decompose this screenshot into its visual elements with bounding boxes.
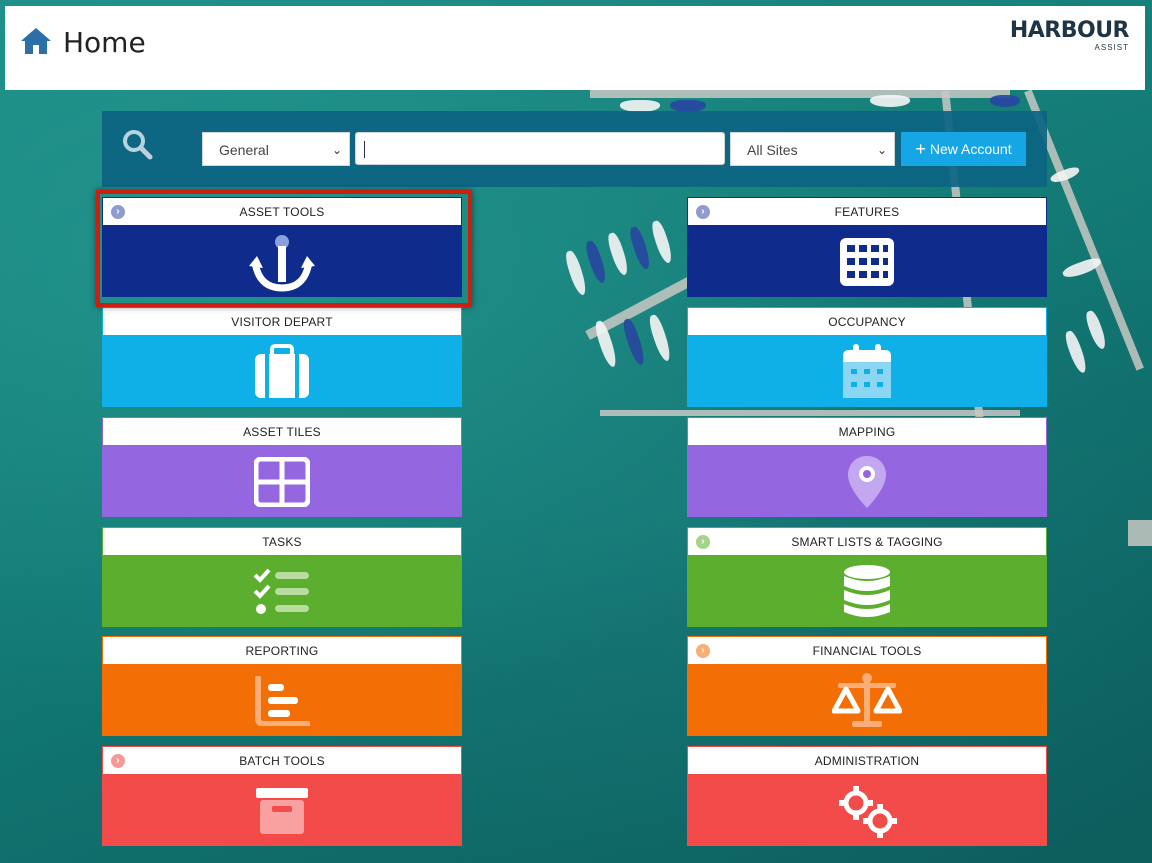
tile-reporting[interactable]: REPORTING [102,636,462,736]
tiles-icon [254,456,310,507]
tile-header: › FINANCIAL TOOLS [687,636,1047,665]
tile-body[interactable] [687,336,1047,407]
harbour-assist-logo: HARBOUR ASSIST [1009,18,1130,53]
tile-smart-lists-tagging[interactable]: › SMART LISTS & TAGGING [687,527,1047,627]
tile-mapping[interactable]: MAPPING [687,417,1047,517]
asset-tools-highlight-frame [96,190,472,307]
tile-batch-tools[interactable]: › BATCH TOOLS [102,746,462,846]
tile-asset-tiles[interactable]: ASSET TILES [102,417,462,517]
calendar-icon [843,343,891,398]
chevron-down-icon: ⌄ [876,143,887,157]
tile-header: ASSET TILES [102,417,462,446]
tile-body[interactable] [102,665,462,736]
tile-tasks[interactable]: TASKS [102,527,462,627]
tile-header: MAPPING [687,417,1047,446]
tile-body[interactable] [687,446,1047,517]
tile-body[interactable] [102,336,462,407]
tile-header: OCCUPANCY [687,307,1047,336]
home-icon[interactable] [19,26,53,56]
tile-header: TASKS [102,527,462,556]
tile-occupancy[interactable]: OCCUPANCY [687,307,1047,407]
tile-body[interactable] [102,556,462,627]
site-select[interactable]: All Sites ⌄ [730,132,895,166]
tile-header: › BATCH TOOLS [102,746,462,775]
expand-arrow-icon[interactable]: › [696,644,710,658]
expand-arrow-icon[interactable]: › [696,205,710,219]
grid-icon [840,237,894,286]
search-input[interactable] [355,132,725,165]
archive-box-icon [256,787,308,834]
tile-visitor-depart[interactable]: VISITOR DEPART [102,307,462,407]
tile-body[interactable] [687,665,1047,736]
tile-body[interactable] [687,556,1047,627]
scales-icon [832,672,902,727]
tile-header: › SMART LISTS & TAGGING [687,527,1047,556]
app-header: Home HARBOUR ASSIST [5,6,1145,90]
expand-arrow-icon[interactable]: › [696,535,710,549]
chevron-down-icon: ⌄ [331,143,342,157]
page-title: Home [63,26,146,59]
tile-body[interactable] [102,446,462,517]
database-icon [844,564,890,617]
search-bar: General ⌄ All Sites ⌄ + New Account [102,111,1047,187]
tile-header: VISITOR DEPART [102,307,462,336]
tile-financial-tools[interactable]: › FINANCIAL TOOLS [687,636,1047,736]
plus-icon: + [915,139,926,159]
tile-body[interactable] [687,775,1047,846]
tile-body[interactable] [102,775,462,846]
tile-header: › FEATURES [687,197,1047,226]
tile-features[interactable]: › FEATURES [687,197,1047,297]
map-pin-icon [848,455,886,508]
tile-administration[interactable]: ADMINISTRATION [687,746,1047,846]
search-icon[interactable] [122,129,154,161]
text-caret [364,141,365,158]
checklist-icon [253,568,309,614]
tile-header: REPORTING [102,636,462,665]
search-type-select[interactable]: General ⌄ [202,132,350,166]
tile-body[interactable] [687,226,1047,297]
suitcase-icon [255,343,309,398]
expand-arrow-icon[interactable]: › [111,754,125,768]
new-account-button[interactable]: + New Account [901,132,1026,166]
bar-chart-icon [255,675,310,726]
gears-icon [839,785,897,838]
tile-header: ADMINISTRATION [687,746,1047,775]
